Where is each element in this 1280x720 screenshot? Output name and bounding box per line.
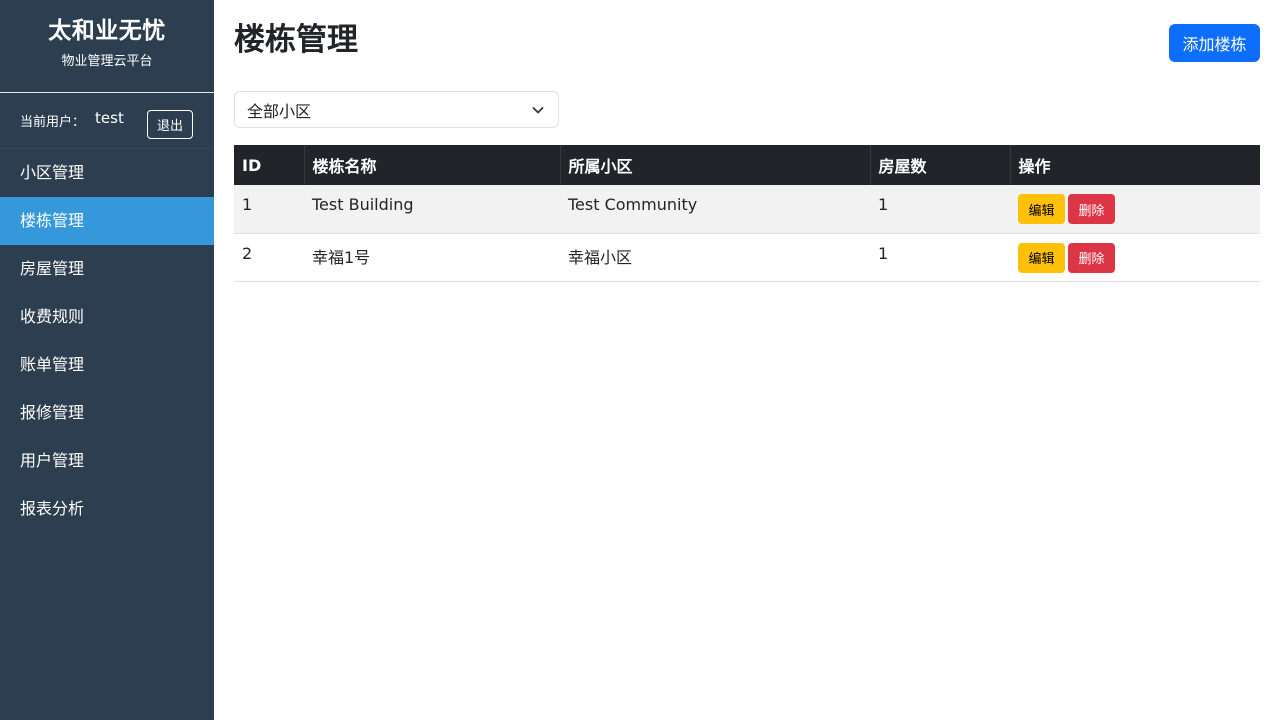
cell-actions: 编辑 删除: [1010, 233, 1260, 282]
cell-community: Test Community: [560, 185, 870, 234]
sidebar-item-fee-rules[interactable]: 收费规则: [0, 293, 214, 341]
column-header-building-name: 楼栋名称: [304, 145, 561, 185]
sidebar: 太和业无忧 物业管理云平台 当前用户： test 退出 小区管理 楼栋管理 房屋…: [0, 0, 214, 720]
current-user-label: 当前用户：: [20, 115, 86, 130]
edit-button[interactable]: 编辑: [1018, 194, 1065, 224]
logout-button[interactable]: 退出: [147, 110, 193, 139]
delete-button[interactable]: 删除: [1068, 194, 1115, 224]
table-header-row: ID 楼栋名称 所属小区 房屋数 操作: [234, 145, 1260, 185]
community-filter-select[interactable]: 全部小区: [234, 91, 559, 128]
edit-button[interactable]: 编辑: [1018, 242, 1065, 273]
add-building-button[interactable]: 添加楼栋: [1169, 24, 1260, 62]
column-header-community: 所属小区: [560, 145, 871, 185]
sidebar-nav: 小区管理 楼栋管理 房屋管理 收费规则 账单管理 报修管理 用户管理 报表分析: [0, 149, 214, 533]
sidebar-item-users[interactable]: 用户管理: [0, 437, 214, 485]
column-header-house-count: 房屋数: [870, 145, 1011, 185]
brand-title: 太和业无忧: [48, 18, 166, 44]
cell-house-count: 1: [870, 233, 1010, 282]
cell-house-count: 1: [870, 185, 1010, 234]
column-header-id: ID: [234, 145, 305, 185]
buildings-table: ID 楼栋名称 所属小区 房屋数 操作 1 Test Building Test…: [234, 145, 1260, 282]
community-filter-value: 全部小区: [247, 101, 312, 121]
cell-building-name: 幸福1号: [304, 233, 560, 282]
cell-building-name: Test Building: [304, 185, 560, 234]
brand-subtitle: 物业管理云平台: [61, 54, 153, 69]
column-header-actions: 操作: [1010, 145, 1260, 185]
cell-actions: 编辑 删除: [1010, 185, 1260, 234]
sidebar-item-bills[interactable]: 账单管理: [0, 341, 214, 389]
chevron-down-icon: [532, 107, 544, 114]
page-title: 楼栋管理: [234, 22, 358, 58]
cell-id: 2: [234, 233, 304, 282]
brand: 太和业无忧 物业管理云平台: [0, 0, 214, 93]
delete-button[interactable]: 删除: [1068, 242, 1115, 273]
sidebar-item-houses[interactable]: 房屋管理: [0, 245, 214, 293]
current-user-bar: 当前用户： test 退出: [0, 93, 214, 149]
cell-community: 幸福小区: [560, 233, 870, 282]
sidebar-item-buildings[interactable]: 楼栋管理: [0, 197, 214, 245]
sidebar-item-repairs[interactable]: 报修管理: [0, 389, 214, 437]
main-content: 楼栋管理 添加楼栋 全部小区 ID 楼栋名称 所属小区 房屋数 操作 1 Tes…: [234, 0, 1260, 720]
table-row: 2 幸福1号 幸福小区 1 编辑 删除: [234, 233, 1260, 282]
table-row: 1 Test Building Test Community 1 编辑 删除: [234, 185, 1260, 234]
current-user-name: test: [95, 108, 124, 127]
cell-id: 1: [234, 185, 304, 234]
sidebar-item-communities[interactable]: 小区管理: [0, 149, 214, 197]
sidebar-item-reports[interactable]: 报表分析: [0, 485, 214, 533]
